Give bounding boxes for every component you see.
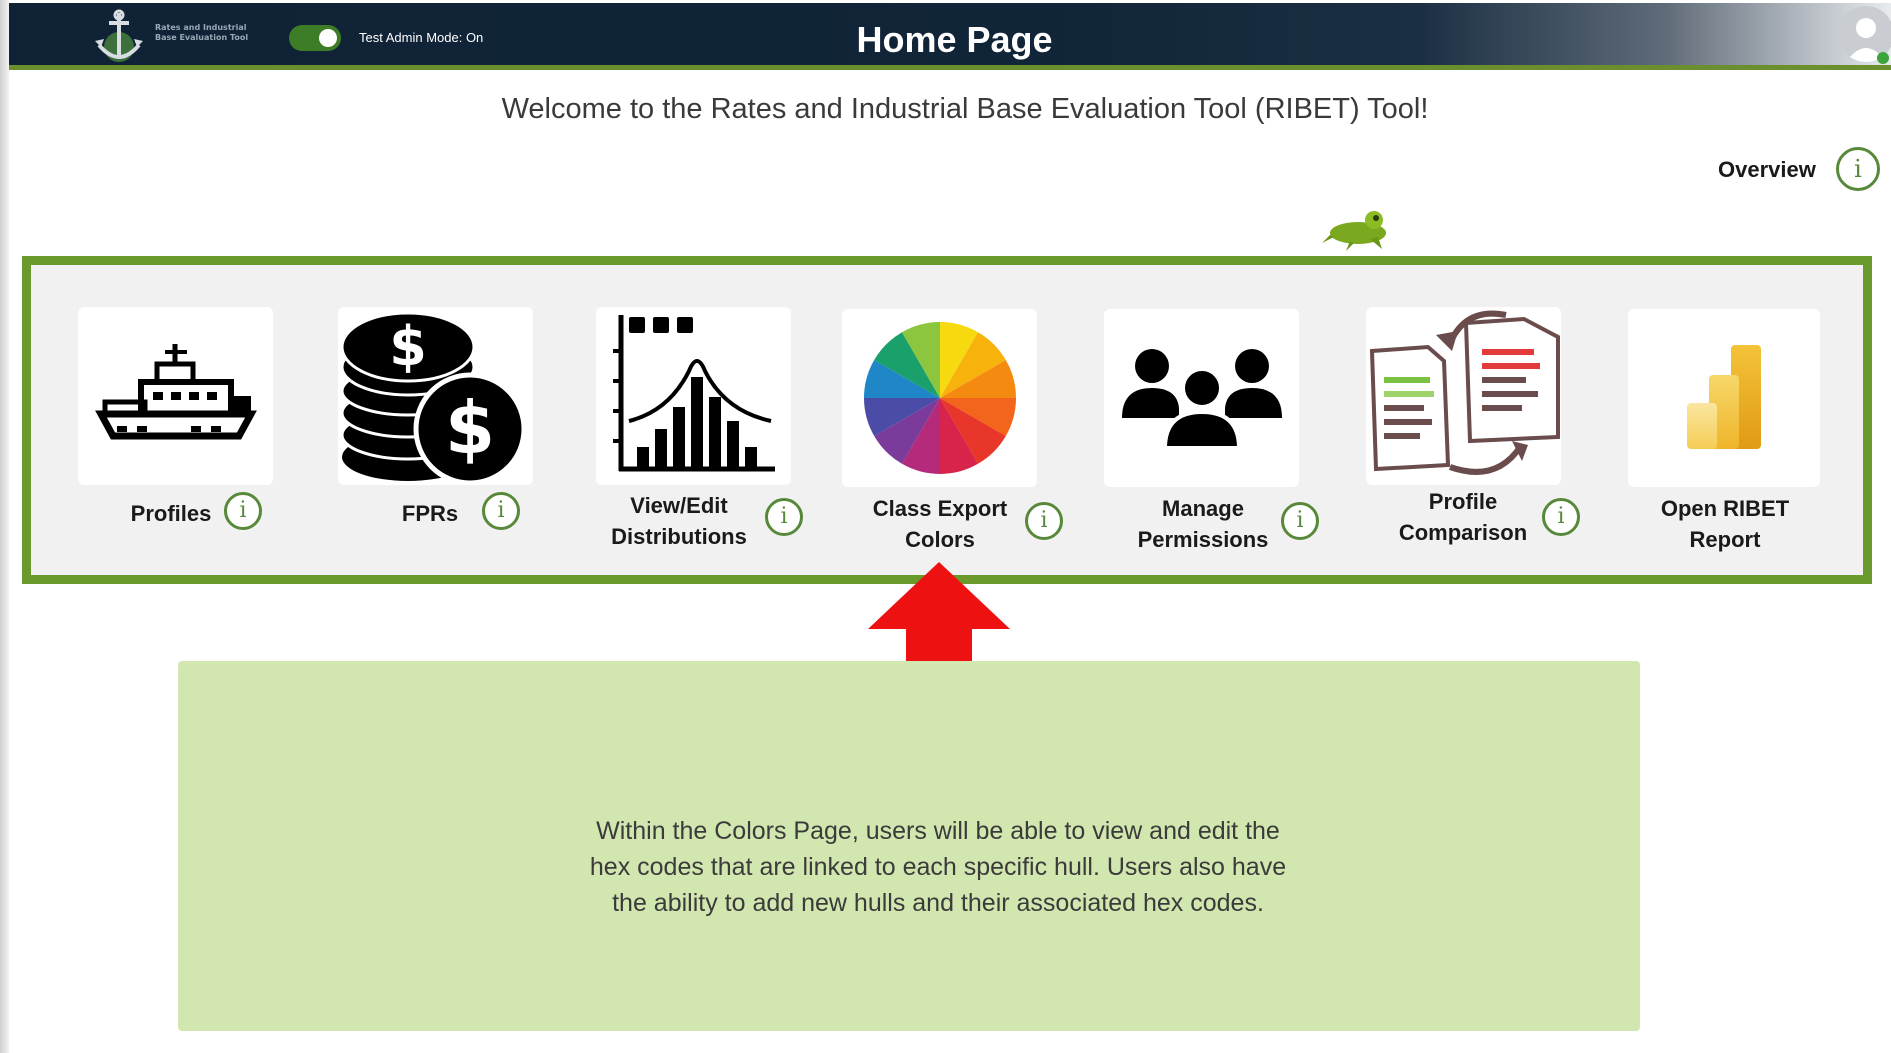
page-title: Home Page: [856, 19, 1053, 60]
nav-tile-open-ribet-report[interactable]: [1628, 309, 1820, 487]
manage-permissions-info-icon[interactable]: i: [1281, 502, 1319, 540]
dollar-coins-icon: $ $: [340, 311, 527, 485]
nav-label-open-ribet-report[interactable]: Open RIBET Report: [1644, 493, 1806, 555]
nav-label-profiles[interactable]: Profiles: [108, 498, 234, 529]
nav-tile-class-export-colors[interactable]: [842, 309, 1037, 487]
description-panel: Within the Colors Page, users will be ab…: [178, 661, 1640, 1031]
document-compare-icon: [1369, 310, 1560, 475]
svg-text:$: $: [445, 386, 495, 470]
class-export-colors-info-icon[interactable]: i: [1025, 502, 1063, 540]
nav-label-view-edit-distributions[interactable]: View/Edit Distributions: [594, 490, 764, 552]
nav-tile-manage-permissions[interactable]: [1104, 309, 1299, 487]
presence-status-dot: [1877, 52, 1889, 64]
color-wheel-icon: [863, 322, 1016, 474]
ship-icon: [94, 344, 257, 440]
window-left-edge: [0, 0, 9, 1053]
nav-tile-profiles[interactable]: [78, 307, 273, 485]
welcome-text: Welcome to the Rates and Industrial Base…: [501, 93, 1429, 125]
header-accent-line: [9, 65, 1891, 70]
distribution-chart-icon: [612, 315, 775, 472]
nav-label-class-export-colors[interactable]: Class Export Colors: [860, 493, 1020, 555]
profiles-info-icon[interactable]: i: [224, 492, 262, 530]
nav-tile-fprs[interactable]: $ $: [338, 307, 533, 485]
nav-label-profile-comparison[interactable]: Profile Comparison: [1382, 486, 1544, 548]
frog-icon: [1322, 211, 1386, 251]
profile-comparison-info-icon[interactable]: i: [1542, 498, 1580, 536]
nav-tile-profile-comparison[interactable]: [1366, 307, 1561, 485]
nav-label-fprs[interactable]: FPRs: [380, 498, 480, 529]
nav-label-manage-permissions[interactable]: Manage Permissions: [1128, 493, 1278, 555]
people-group-icon: [1121, 349, 1282, 450]
distributions-info-icon[interactable]: i: [765, 498, 803, 536]
power-bi-icon: [1687, 345, 1761, 449]
overview-link[interactable]: Overview: [1718, 157, 1816, 183]
fprs-info-icon[interactable]: i: [482, 492, 520, 530]
nav-tile-view-edit-distributions[interactable]: [596, 307, 791, 485]
description-text: Within the Colors Page, users will be ab…: [589, 817, 1287, 917]
header-bar: Rates and Industrial Base Evaluation Too…: [9, 3, 1891, 65]
svg-text:$: $: [389, 315, 427, 378]
overview-info-icon[interactable]: i: [1836, 147, 1880, 191]
